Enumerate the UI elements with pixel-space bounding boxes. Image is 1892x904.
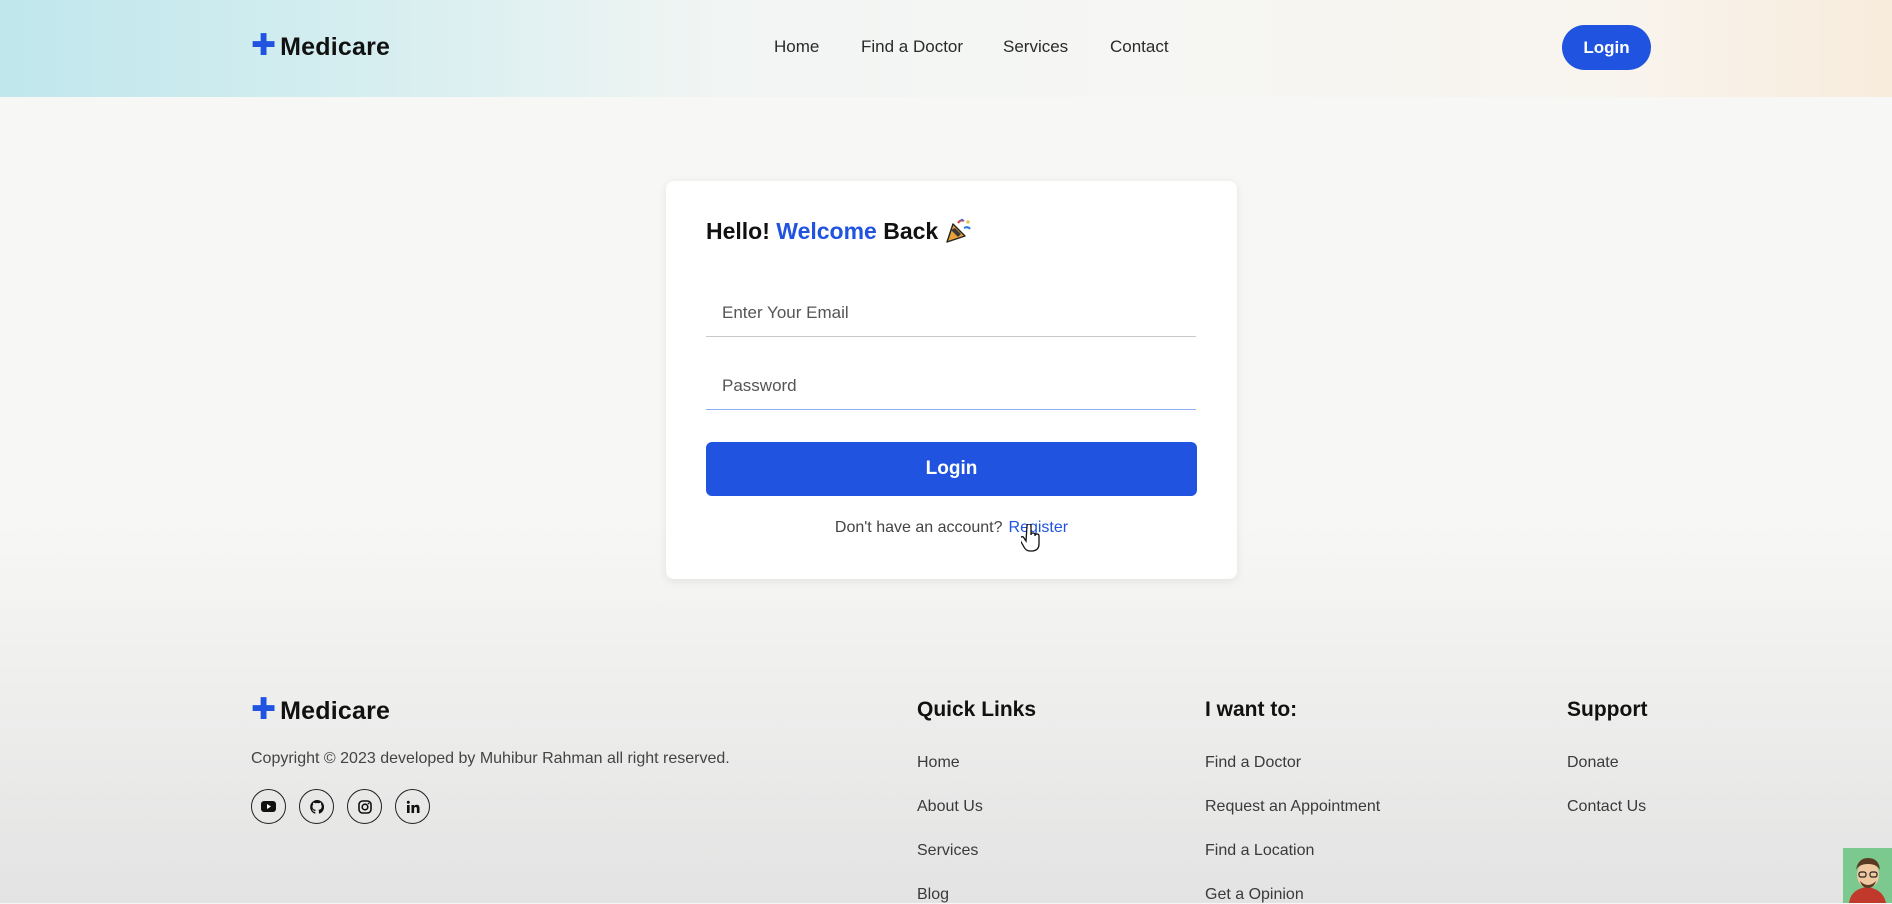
medical-cross-icon: ✚ xyxy=(251,27,277,63)
footer-link-find-a-doctor[interactable]: Find a Doctor xyxy=(1205,754,1301,772)
footer-link-get-a-opinion[interactable]: Get a Opinion xyxy=(1205,886,1304,904)
footer-link-services[interactable]: Services xyxy=(917,842,978,860)
footer-link-donate[interactable]: Donate xyxy=(1567,754,1619,772)
email-field[interactable] xyxy=(706,289,1196,337)
i-want-to-title: I want to: xyxy=(1205,698,1298,721)
login-submit-button[interactable]: Login xyxy=(706,442,1197,496)
nav-services[interactable]: Services xyxy=(1003,37,1068,57)
brand-name: Medicare xyxy=(280,697,391,725)
title-suffix: Back xyxy=(876,217,939,244)
login-card: Hello! Welcome Back Login Don't have an … xyxy=(666,181,1237,579)
footer-link-home[interactable]: Home xyxy=(917,754,960,772)
party-popper-icon xyxy=(946,218,972,243)
nav-contact[interactable]: Contact xyxy=(1110,37,1169,57)
header-logo[interactable]: ✚ Medicare xyxy=(251,27,391,63)
title-prefix: Hello! xyxy=(706,217,777,244)
no-account-text: Don't have an account? xyxy=(834,519,1003,536)
password-field[interactable] xyxy=(706,362,1196,410)
brand-name: Medicare xyxy=(280,33,391,61)
login-title: Hello! Welcome Back xyxy=(706,217,972,245)
github-icon[interactable] xyxy=(299,789,334,824)
youtube-icon[interactable] xyxy=(251,789,286,824)
copyright-text: Copyright © 2023 developed by Muhibur Ra… xyxy=(251,750,730,767)
hand-cursor-icon xyxy=(1021,524,1040,552)
linkedin-icon[interactable] xyxy=(395,789,430,824)
nav-find-a-doctor[interactable]: Find a Doctor xyxy=(861,37,963,57)
footer-link-blog[interactable]: Blog xyxy=(917,886,949,904)
header-login-button[interactable]: Login xyxy=(1562,25,1651,70)
footer-logo[interactable]: ✚ Medicare xyxy=(251,691,391,727)
site-header: ✚ Medicare Home Find a Doctor Services C… xyxy=(0,0,1892,97)
medical-cross-icon: ✚ xyxy=(251,691,277,727)
footer-link-find-a-location[interactable]: Find a Location xyxy=(1205,842,1314,860)
title-highlight: Welcome xyxy=(776,217,877,244)
support-title: Support xyxy=(1567,698,1648,721)
nav-home[interactable]: Home xyxy=(774,37,819,57)
register-prompt: Don't have an account? Register xyxy=(666,519,1237,537)
footer-link-request-appointment[interactable]: Request an Appointment xyxy=(1205,798,1380,816)
quick-links-title: Quick Links xyxy=(917,698,1037,721)
avatar xyxy=(1843,848,1892,903)
footer-link-contact-us[interactable]: Contact Us xyxy=(1567,798,1646,816)
footer-link-about-us[interactable]: About Us xyxy=(917,798,983,816)
instagram-icon[interactable] xyxy=(347,789,382,824)
